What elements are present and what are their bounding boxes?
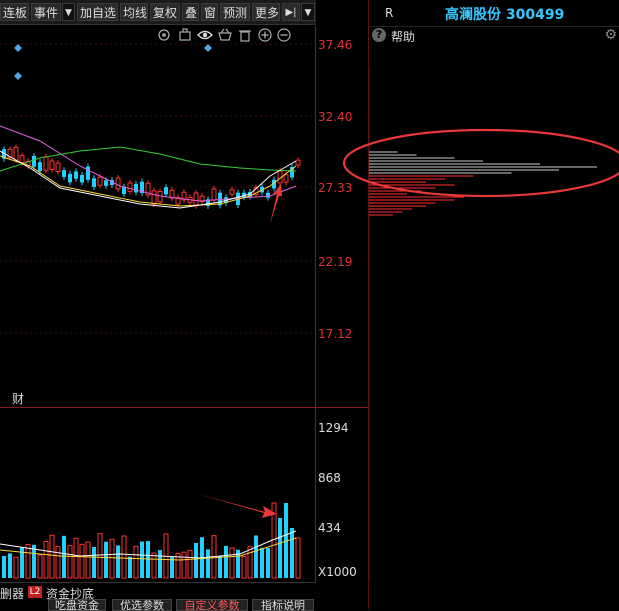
chip-distribution-panel (342, 66, 619, 582)
volume-bar (128, 556, 132, 578)
volume-bar (62, 535, 66, 578)
events-button[interactable]: 事件 (31, 3, 61, 21)
candle-body (211, 188, 217, 201)
indicator-tab[interactable]: 删器 (0, 585, 24, 602)
volume-bar (73, 537, 79, 579)
candle-body (115, 177, 121, 190)
l2-badge: L2 (28, 586, 42, 598)
volume-bar (116, 545, 120, 578)
candle-body (295, 159, 301, 166)
volume-bar (140, 541, 144, 578)
indicator-help-cell[interactable]: 指标说明 (252, 599, 314, 611)
volume-bar (85, 541, 91, 579)
volume-tick: 868 (318, 471, 341, 485)
candle-body (104, 180, 108, 186)
rights-label: R (385, 6, 394, 20)
volume-bar (49, 534, 55, 579)
volume-bar (158, 550, 162, 578)
volume-bar (8, 553, 12, 578)
volume-bar (55, 546, 61, 579)
event-marker (14, 44, 22, 52)
candle-body (49, 160, 55, 170)
volume-bar (254, 535, 258, 578)
candle-body (151, 190, 157, 205)
volume-bar (266, 548, 270, 578)
candle-body (19, 155, 25, 164)
candle-body (229, 189, 235, 195)
custom-params-cell[interactable]: 自定义参数 (176, 599, 248, 611)
volume-bar (151, 552, 157, 579)
candle-body (97, 176, 103, 186)
volume-bar (247, 546, 253, 579)
events-dropdown[interactable]: ▼ (62, 3, 75, 21)
candle-body (127, 182, 133, 192)
jump-end-icon[interactable]: ▶| (282, 3, 300, 21)
volume-bar (97, 533, 103, 579)
more-dropdown[interactable]: ▼ (301, 3, 315, 21)
lianban-button[interactable]: 连板 (0, 3, 29, 21)
volume-bar (67, 545, 73, 579)
volume-bar (13, 556, 19, 579)
volume-bar (109, 538, 115, 579)
volume-tick: 434 (318, 521, 341, 535)
candle-body (193, 192, 199, 207)
candle-body (164, 187, 168, 195)
volume-bar (194, 543, 198, 578)
candle-body (62, 170, 66, 177)
fund-cell[interactable]: 吃盘资金 (48, 599, 106, 611)
volume-bar (278, 518, 282, 578)
volume-bar (104, 541, 108, 578)
volume-bar (181, 551, 187, 579)
candle-body (32, 155, 36, 167)
volume-bar (92, 546, 96, 578)
overlay-button[interactable]: 叠 (182, 3, 199, 21)
volume-bar (2, 555, 6, 578)
chart-toolbar: 连板 事件 ▼ 加自选 均线 复权 叠 窗 预测 更多 ▶| ▼ (0, 0, 316, 25)
volume-bar (133, 545, 139, 579)
candle-body (92, 178, 96, 187)
event-marker (14, 72, 22, 80)
moving-average-button[interactable]: 均线 (120, 3, 148, 21)
volume-bar (121, 535, 127, 579)
volume-bar (229, 547, 235, 579)
volume-annotation-arrow (198, 494, 277, 518)
forecast-button[interactable]: 预测 (220, 3, 250, 21)
volume-bar (295, 537, 301, 579)
volume-bar (241, 555, 247, 579)
kline-chart[interactable] (0, 26, 316, 582)
volume-bar (25, 544, 31, 579)
candle-body (43, 156, 49, 171)
volume-bar (260, 547, 264, 578)
more-button[interactable]: 更多 (252, 3, 280, 21)
volume-bar (206, 549, 210, 578)
candle-body (38, 162, 42, 172)
add-favorite-button[interactable]: 加自选 (77, 3, 118, 21)
volume-bar (79, 543, 85, 579)
volume-bar (37, 554, 43, 579)
candle-body (134, 183, 138, 193)
volume-bar (224, 545, 228, 578)
stock-header: R 高澜股份 300499 (369, 0, 619, 27)
volume-bar (218, 555, 222, 578)
volume-bar (146, 541, 150, 578)
candle-body (74, 171, 78, 179)
candle-body (283, 174, 289, 183)
annotation-arrow (270, 184, 282, 224)
candle-body (80, 174, 84, 183)
stock-title: 高澜股份 300499 (445, 7, 565, 23)
highlight-ellipse (342, 128, 619, 198)
volume-bar (290, 528, 294, 578)
window-button[interactable]: 窗 (201, 3, 218, 21)
candle-body (266, 192, 270, 198)
candle-body (13, 146, 19, 161)
optimize-params-cell[interactable]: 优选参数 (112, 599, 172, 611)
volume-bar (43, 540, 49, 579)
candle-body (68, 173, 72, 183)
volume-bar (187, 549, 193, 579)
event-marker (204, 44, 212, 52)
adjust-price-button[interactable]: 复权 (150, 3, 180, 21)
candle-body (55, 162, 61, 172)
candle-body (86, 166, 90, 180)
